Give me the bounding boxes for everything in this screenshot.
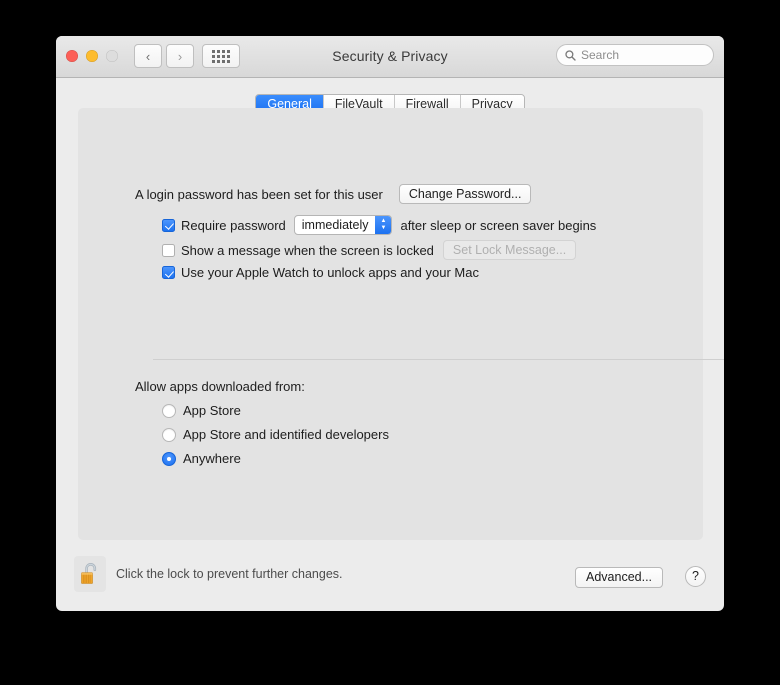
search-icon [565,50,576,61]
search-field[interactable] [556,44,714,66]
radio-app-store-label: App Store [183,403,241,418]
radio-identified-developers-label: App Store and identified developers [183,427,389,442]
radio-app-store-indicator[interactable] [162,404,176,418]
advanced-button[interactable]: Advanced... [575,567,663,588]
require-password-row: Require password immediately ▲▼ after sl… [162,215,596,235]
radio-anywhere[interactable]: Anywhere [162,451,241,466]
require-password-delay-value: immediately [295,216,376,234]
radio-anywhere-label: Anywhere [183,451,241,466]
window-titlebar: ‹ › Security & Privacy [56,36,724,78]
chevron-updown-icon: ▲▼ [375,216,391,234]
require-password-label: Require password [181,218,286,233]
radio-app-store[interactable]: App Store [162,403,241,418]
radio-anywhere-indicator[interactable] [162,452,176,466]
radio-identified-developers-indicator[interactable] [162,428,176,442]
section-divider [153,359,724,360]
set-lock-message-button: Set Lock Message... [443,240,576,260]
apple-watch-row: Use your Apple Watch to unlock apps and … [162,265,479,280]
require-password-checkbox[interactable] [162,219,175,232]
general-pane: A login password has been set for this u… [78,108,703,540]
login-password-row: A login password has been set for this u… [135,184,531,204]
radio-identified-developers[interactable]: App Store and identified developers [162,427,389,442]
security-privacy-window: ‹ › Security & Privacy General F [56,36,724,611]
help-button[interactable]: ? [685,566,706,587]
apple-watch-label: Use your Apple Watch to unlock apps and … [181,265,479,280]
allow-apps-heading-row: Allow apps downloaded from: [135,379,305,394]
require-password-suffix-label: after sleep or screen saver begins [400,218,596,233]
require-password-delay-popup[interactable]: immediately ▲▼ [294,215,393,235]
change-password-button[interactable]: Change Password... [399,184,532,204]
lock-open-icon [79,561,101,587]
show-lock-message-row: Show a message when the screen is locked… [162,240,576,260]
show-lock-message-checkbox[interactable] [162,244,175,257]
show-lock-message-label: Show a message when the screen is locked [181,243,434,258]
search-input[interactable] [581,48,701,62]
lock-hint-text: Click the lock to prevent further change… [116,567,343,581]
allow-apps-heading: Allow apps downloaded from: [135,379,305,394]
login-password-status: A login password has been set for this u… [135,187,383,202]
lock-button[interactable] [74,556,106,592]
apple-watch-checkbox[interactable] [162,266,175,279]
